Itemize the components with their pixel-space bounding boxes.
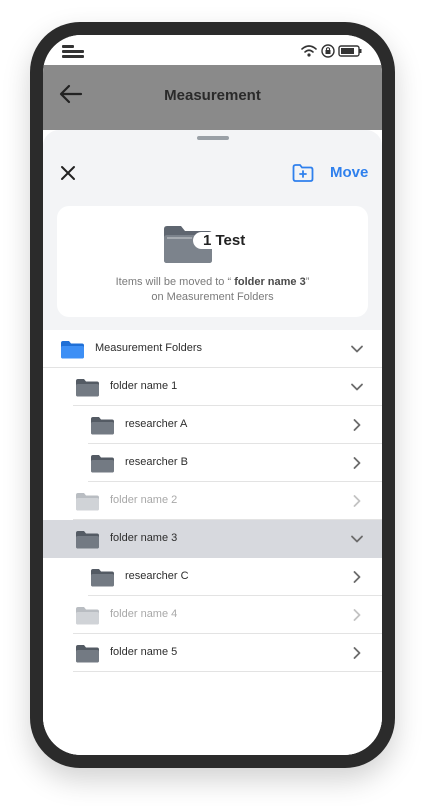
chevron-down-icon[interactable] xyxy=(350,343,364,355)
chevron-right-icon[interactable] xyxy=(350,457,364,469)
folder-row[interactable]: researcher B xyxy=(43,444,382,482)
folder-icon xyxy=(91,417,114,435)
folder-label: folder name 3 xyxy=(110,532,178,544)
chevron-right-icon[interactable] xyxy=(350,571,364,583)
folder-label: researcher B xyxy=(125,456,188,468)
page-title: Measurement xyxy=(164,87,261,104)
folder-tree: Measurement Folders folder name 1 research… xyxy=(43,330,382,755)
folder-label: folder name 1 xyxy=(110,380,178,392)
folder-row[interactable]: researcher C xyxy=(43,558,382,596)
chevron-down-icon[interactable] xyxy=(350,533,364,545)
close-icon[interactable] xyxy=(58,163,78,183)
folder-icon xyxy=(76,493,99,511)
item-count-badge: 1 Test xyxy=(193,232,261,256)
folder-icon xyxy=(76,607,99,625)
folder-label: folder name 5 xyxy=(110,646,178,658)
folder-row[interactable]: folder name 5 xyxy=(43,634,382,672)
folder-label: researcher A xyxy=(125,418,188,430)
move-summary-card: 1 Test Items will be moved to “ folder n… xyxy=(57,206,368,317)
move-bottom-sheet: Move 1 Test Items will be moved to “ fol… xyxy=(43,130,382,755)
chevron-right-icon xyxy=(353,495,361,507)
chevron-right-icon[interactable] xyxy=(350,647,364,659)
app-bar: Measurement xyxy=(43,65,382,130)
wifi-icon xyxy=(301,45,317,53)
rotation-lock-icon xyxy=(321,44,335,58)
phone-frame: Measurement Move 1 Test Items will be mo… xyxy=(30,22,395,768)
folder-label: Measurement Folders xyxy=(95,342,202,354)
tree-root-row[interactable]: Measurement Folders xyxy=(43,330,382,368)
chevron-right-icon xyxy=(353,609,361,621)
folder-icon xyxy=(76,531,99,549)
screen: Measurement Move 1 Test Items will be mo… xyxy=(43,35,382,755)
sheet-grabber[interactable] xyxy=(197,136,229,140)
new-folder-icon[interactable] xyxy=(292,163,314,183)
folder-blue-icon xyxy=(61,341,84,359)
folder-icon xyxy=(76,379,99,397)
move-message: Items will be moved to “ folder name 3” … xyxy=(115,276,310,303)
menu-icon xyxy=(62,45,84,59)
row-divider xyxy=(73,671,382,672)
folder-label: researcher C xyxy=(125,570,189,582)
destination-folder: folder name 3 xyxy=(234,276,306,288)
folder-row[interactable]: folder name 3 xyxy=(43,520,382,558)
folder-row[interactable]: folder name 1 xyxy=(43,368,382,406)
folder-icon xyxy=(91,455,114,473)
battery-icon xyxy=(338,45,362,57)
folder-label: folder name 2 xyxy=(110,494,178,506)
chevron-right-icon[interactable] xyxy=(350,419,364,431)
folder-row: folder name 2 xyxy=(43,482,382,520)
move-button[interactable]: Move xyxy=(330,164,368,181)
folder-row: folder name 4 xyxy=(43,596,382,634)
status-icons xyxy=(301,44,362,58)
folder-icon xyxy=(76,645,99,663)
chevron-down-icon[interactable] xyxy=(350,381,364,393)
folder-row[interactable]: researcher A xyxy=(43,406,382,444)
folder-icon xyxy=(91,569,114,587)
status-bar xyxy=(43,35,382,65)
folder-label: folder name 4 xyxy=(110,608,178,620)
